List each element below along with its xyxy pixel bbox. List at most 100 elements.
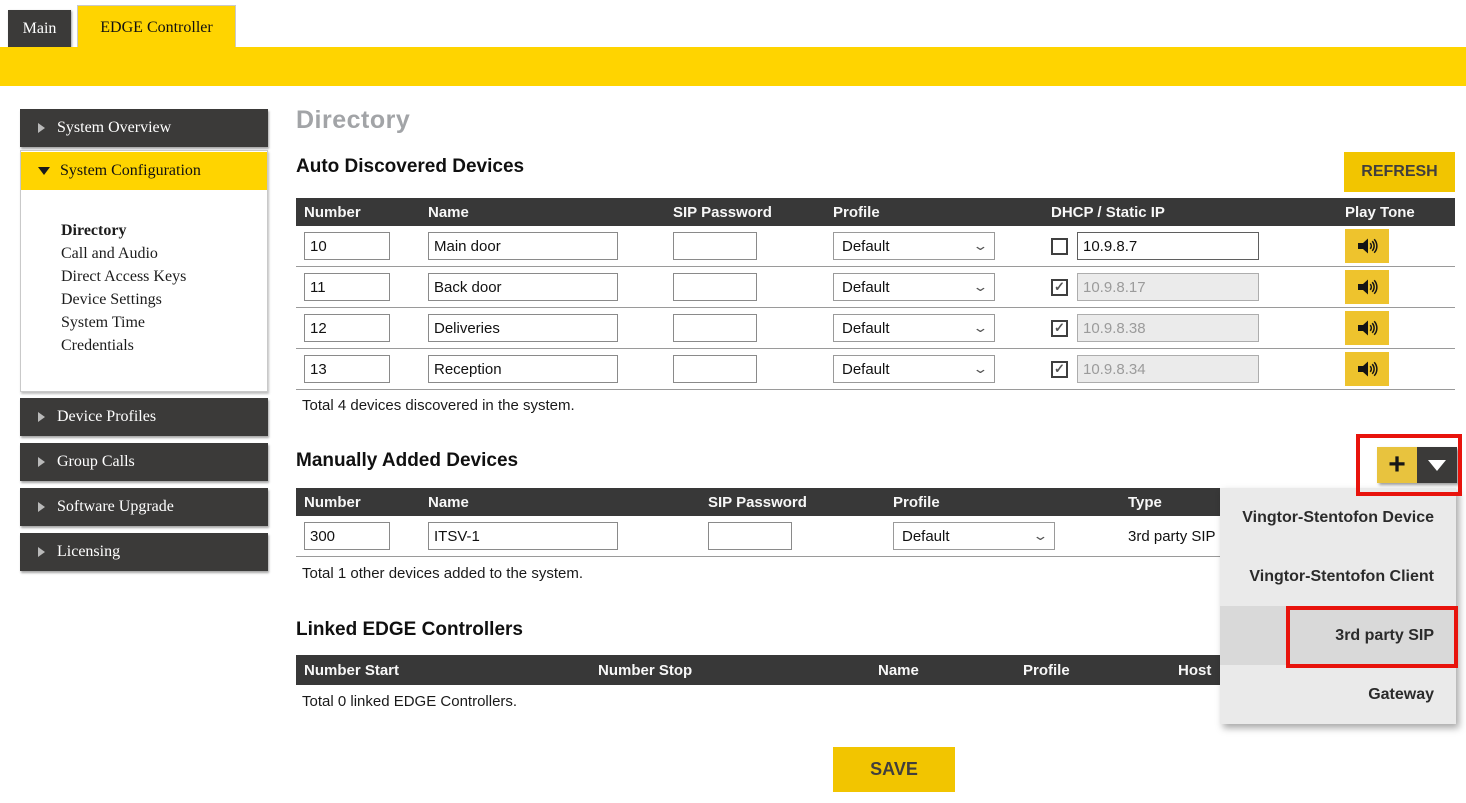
auto-discovered-table: Number Name SIP Password Profile DHCP / … <box>296 198 1455 390</box>
col-number-start: Number Start <box>296 662 590 679</box>
col-profile: Profile <box>825 204 1043 221</box>
save-button[interactable]: SAVE <box>833 747 955 792</box>
play-tone-button[interactable] <box>1345 352 1389 386</box>
play-tone-button[interactable] <box>1345 270 1389 304</box>
chevron-down-icon: ⌄ <box>972 365 988 373</box>
sidebar-item-device-profiles[interactable]: Device Profiles <box>20 398 268 436</box>
sidebar-item-label: Software Upgrade <box>57 498 174 516</box>
col-name: Name <box>420 204 665 221</box>
tab-main[interactable]: Main <box>8 10 71 47</box>
dhcp-checkbox[interactable]: ✓ <box>1051 361 1068 378</box>
number-input[interactable] <box>304 232 390 260</box>
table-row: Default ⌄ ✓ <box>296 349 1455 390</box>
refresh-button[interactable]: REFRESH <box>1344 152 1455 192</box>
speaker-icon <box>1355 275 1379 299</box>
speaker-icon <box>1355 357 1379 381</box>
linked-controllers-heading: Linked EDGE Controllers <box>296 619 523 641</box>
sidebar-item-system-overview[interactable]: System Overview <box>20 109 268 147</box>
manually-added-summary: Total 1 other devices added to the syste… <box>302 565 583 582</box>
menu-item-vingtor-stentofon-device[interactable]: Vingtor-Stentofon Device <box>1220 488 1456 547</box>
sidebar-submenu: Directory Call and Audio Direct Access K… <box>61 219 186 357</box>
col-sip-password: SIP Password <box>700 494 885 511</box>
profile-select[interactable]: Default ⌄ <box>833 355 995 383</box>
tab-edge-controller-label: EDGE Controller <box>100 19 212 37</box>
menu-item-gateway[interactable]: Gateway <box>1220 665 1456 724</box>
sidebar-item-system-configuration[interactable]: System Configuration <box>21 152 267 190</box>
menu-item-3rd-party-sip[interactable]: 3rd party SIP <box>1220 606 1456 665</box>
table-row: Default ⌄ ✓ <box>296 267 1455 308</box>
col-name: Name <box>420 494 700 511</box>
static-ip-input[interactable] <box>1077 314 1259 342</box>
col-number: Number <box>296 494 420 511</box>
chevron-right-icon <box>38 547 45 557</box>
add-device-button[interactable]: + <box>1377 447 1417 483</box>
number-input[interactable] <box>304 522 390 550</box>
profile-select[interactable]: Default ⌄ <box>893 522 1055 550</box>
sidebar-item-licensing[interactable]: Licensing <box>20 533 268 571</box>
chevron-right-icon <box>38 502 45 512</box>
sip-password-input[interactable] <box>673 314 757 342</box>
dhcp-checkbox[interactable]: ✓ <box>1051 279 1068 296</box>
sidebar-item-system-time[interactable]: System Time <box>61 311 186 334</box>
name-input[interactable] <box>428 355 618 383</box>
menu-item-vingtor-stentofon-client[interactable]: Vingtor-Stentofon Client <box>1220 547 1456 606</box>
col-name: Name <box>870 662 1015 679</box>
play-tone-button[interactable] <box>1345 229 1389 263</box>
sip-password-input[interactable] <box>708 522 792 550</box>
col-sip-password: SIP Password <box>665 204 825 221</box>
number-input[interactable] <box>304 273 390 301</box>
name-input[interactable] <box>428 273 618 301</box>
sidebar-item-group-calls[interactable]: Group Calls <box>20 443 268 481</box>
profile-select[interactable]: Default ⌄ <box>833 314 995 342</box>
number-input[interactable] <box>304 314 390 342</box>
sidebar-item-direct-access-keys[interactable]: Direct Access Keys <box>61 265 186 288</box>
page-title: Directory <box>296 106 410 135</box>
static-ip-input[interactable] <box>1077 232 1259 260</box>
col-profile: Profile <box>885 494 1120 511</box>
profile-select-value: Default <box>842 279 890 296</box>
yellow-banner <box>0 47 1466 86</box>
sidebar-item-call-and-audio[interactable]: Call and Audio <box>61 242 186 265</box>
profile-select-value: Default <box>842 238 890 255</box>
speaker-icon <box>1355 316 1379 340</box>
profile-select[interactable]: Default ⌄ <box>833 273 995 301</box>
table-row: Default ⌄ <box>296 226 1455 267</box>
play-tone-button[interactable] <box>1345 311 1389 345</box>
static-ip-input[interactable] <box>1077 273 1259 301</box>
sidebar-item-software-upgrade[interactable]: Software Upgrade <box>20 488 268 526</box>
auto-discovered-summary: Total 4 devices discovered in the system… <box>302 397 575 414</box>
table-row: Default ⌄ ✓ <box>296 308 1455 349</box>
name-input[interactable] <box>428 232 618 260</box>
name-input[interactable] <box>428 314 618 342</box>
sidebar-item-device-settings[interactable]: Device Settings <box>61 288 186 311</box>
profile-select[interactable]: Default ⌄ <box>833 232 995 260</box>
speaker-icon <box>1355 234 1379 258</box>
chevron-right-icon <box>38 412 45 422</box>
dhcp-checkbox[interactable] <box>1051 238 1068 255</box>
number-input[interactable] <box>304 355 390 383</box>
chevron-right-icon <box>38 123 45 133</box>
sidebar-item-directory[interactable]: Directory <box>61 219 186 242</box>
chevron-down-icon: ⌄ <box>972 242 988 250</box>
add-device-menu-toggle[interactable] <box>1417 447 1457 483</box>
sip-password-input[interactable] <box>673 355 757 383</box>
tab-main-label: Main <box>23 20 57 38</box>
sidebar-item-label: Group Calls <box>57 453 135 471</box>
linked-controllers-summary: Total 0 linked EDGE Controllers. <box>302 693 517 710</box>
static-ip-input[interactable] <box>1077 355 1259 383</box>
name-input[interactable] <box>428 522 618 550</box>
edge-controller-page: Main EDGE Controller System Overview Sys… <box>0 0 1466 803</box>
sidebar-item-credentials[interactable]: Credentials <box>61 334 186 357</box>
profile-select-value: Default <box>902 528 950 545</box>
sip-password-input[interactable] <box>673 232 757 260</box>
chevron-down-icon: ⌄ <box>1032 532 1048 540</box>
col-dhcp-static-ip: DHCP / Static IP <box>1043 204 1337 221</box>
tab-edge-controller[interactable]: EDGE Controller <box>77 5 236 49</box>
chevron-down-icon: ⌄ <box>972 283 988 291</box>
dhcp-checkbox[interactable]: ✓ <box>1051 320 1068 337</box>
sidebar-item-label: Device Profiles <box>57 408 156 426</box>
profile-select-value: Default <box>842 320 890 337</box>
col-number: Number <box>296 204 420 221</box>
sidebar-item-label: System Configuration <box>60 162 201 180</box>
sip-password-input[interactable] <box>673 273 757 301</box>
